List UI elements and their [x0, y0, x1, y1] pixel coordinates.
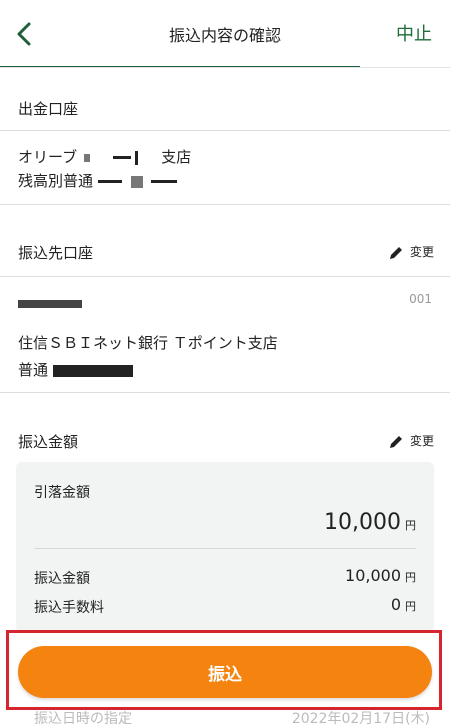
- redacted-mark: [83, 153, 90, 162]
- redacted-mark: [135, 150, 139, 165]
- redacted-mark: [52, 364, 133, 377]
- currency-unit: 円: [405, 571, 416, 584]
- cancel-button[interactable]: 中止: [396, 20, 432, 46]
- transfer-value: 10,000: [345, 566, 401, 585]
- divider: [0, 276, 450, 277]
- card-divider: [34, 548, 416, 549]
- transfer-label: 振込金額: [34, 571, 90, 587]
- source-account-type: 残高別普通: [18, 172, 94, 190]
- transfer-date-label: 振込日時の指定: [34, 711, 132, 727]
- divider: [0, 392, 450, 393]
- pencil-icon: [389, 435, 402, 448]
- amount-card: 引落金額 10,000 円 振込金額 10,000 円 振込手数料 0円: [16, 462, 434, 632]
- transfer-date-value: 2022年02月17日(木): [291, 711, 430, 727]
- withdraw-value: 10,000: [324, 510, 401, 535]
- destination-section-label: 振込先口座: [18, 244, 94, 262]
- fee-amount: 0円: [391, 595, 416, 614]
- redacted-mark: [112, 156, 131, 159]
- destination-account: 普通: [18, 359, 133, 380]
- edit-amount-button[interactable]: 変更: [388, 432, 434, 449]
- destination-bank-branch: 住信ＳＢＩネット銀行 Ｔポイント支店: [18, 334, 278, 352]
- redacted-mark: [130, 175, 143, 188]
- submit-transfer-button[interactable]: 振込: [18, 646, 432, 698]
- fee-value: 0: [390, 595, 401, 614]
- redacted-mark: [18, 299, 82, 308]
- source-account: 残高別普通: [18, 170, 178, 191]
- divider: [0, 204, 450, 205]
- amount-section-label: 振込金額: [18, 433, 79, 451]
- withdraw-amount: 10,000 円: [324, 510, 416, 535]
- source-branch-prefix: オリーブ: [18, 148, 78, 166]
- edit-amount-label: 変更: [409, 434, 434, 448]
- source-section-label: 出金口座: [18, 100, 79, 118]
- fee-label: 振込手数料: [34, 600, 104, 616]
- destination-name: [18, 294, 82, 312]
- source-branch-suffix: 支店: [161, 148, 192, 166]
- withdraw-label: 引落金額: [34, 485, 90, 501]
- destination-account-type: 普通: [18, 361, 49, 379]
- transfer-amount: 10,000 円: [345, 566, 416, 585]
- edit-destination-button[interactable]: 変更: [388, 243, 434, 260]
- pencil-icon: [389, 246, 402, 259]
- edit-destination-label: 変更: [409, 245, 434, 259]
- currency-unit: 円: [405, 600, 416, 613]
- redacted-mark: [97, 180, 122, 183]
- divider: [0, 130, 450, 131]
- page-title: 振込内容の確認: [168, 26, 281, 45]
- redacted-mark: [151, 180, 178, 183]
- source-branch: オリーブ 支店: [18, 146, 191, 167]
- bank-code: 001: [409, 292, 432, 306]
- header-divider: [0, 67, 450, 68]
- currency-unit: 円: [405, 519, 416, 532]
- header: 振込内容の確認 中止: [0, 0, 450, 68]
